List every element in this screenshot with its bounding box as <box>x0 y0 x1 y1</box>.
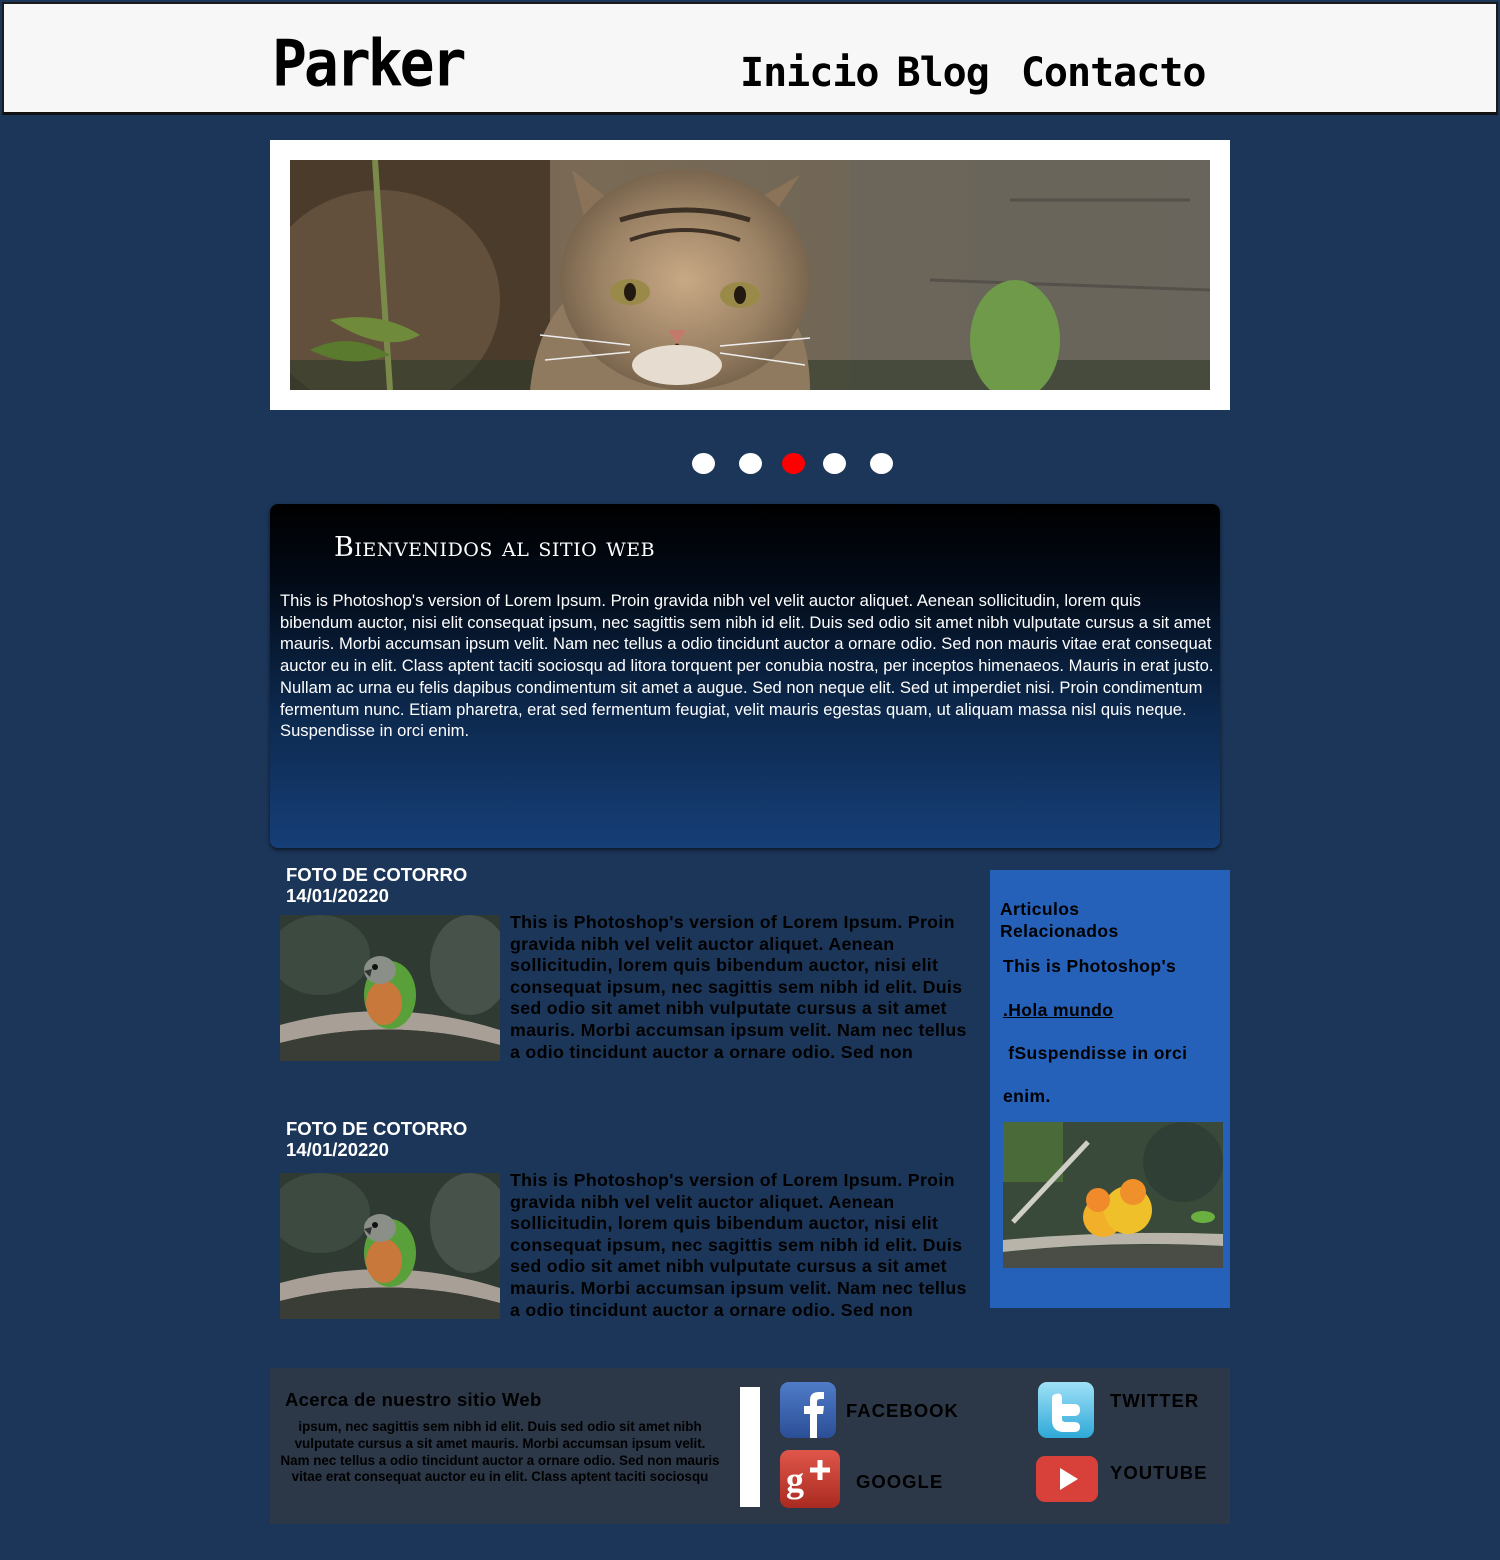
site-header: Parker Inicio Blog Contacto <box>2 2 1498 115</box>
sidebar-item[interactable]: This is Photoshop's <box>1003 956 1176 977</box>
post-date: 14/01/20220 <box>286 885 389 906</box>
youtube-link[interactable]: YOUTUBE <box>1110 1462 1207 1484</box>
sidebar-heading-line: Relacionados <box>1000 921 1119 941</box>
hero-slider <box>270 140 1230 410</box>
related-articles-sidebar: Articulos Relacionados This is Photoshop… <box>990 870 1230 1308</box>
sidebar-item[interactable]: fSuspendisse in orci <box>1003 1043 1187 1064</box>
sidebar-link-hola-mundo[interactable]: .Hola mundo <box>1003 1000 1113 1021</box>
google-link[interactable]: GOOGLE <box>856 1471 943 1493</box>
post-excerpt: This is Photoshop's version of Lorem Ips… <box>510 1170 967 1320</box>
footer-about-text: ipsum, nec sagittis sem nibh id elit. Du… <box>280 1419 720 1485</box>
carousel-dot[interactable] <box>692 453 715 474</box>
post-title: FOTO DE COTORRO <box>286 864 468 885</box>
site-logo[interactable]: Parker <box>272 26 467 101</box>
facebook-link[interactable]: FACEBOOK <box>846 1400 959 1422</box>
lovebirds-photo[interactable] <box>1003 1122 1223 1268</box>
sidebar-heading: Articulos Relacionados <box>1000 898 1119 942</box>
carousel-dot[interactable] <box>823 453 846 474</box>
twitter-link[interactable]: TWITTER <box>1110 1390 1199 1412</box>
nav-blog[interactable]: Blog <box>897 50 990 96</box>
facebook-icon[interactable] <box>780 1382 836 1438</box>
post-excerpt: This is Photoshop's version of Lorem Ips… <box>510 912 967 1062</box>
post-header: FOTO DE COTORRO 14/01/20220 <box>286 1118 467 1160</box>
google-plus-icon[interactable]: g <box>780 1450 840 1508</box>
carousel-dots <box>0 453 1500 475</box>
post-title: FOTO DE COTORRO <box>286 1118 468 1139</box>
parrot-photo[interactable] <box>280 1173 500 1319</box>
main-nav: Inicio Blog Contacto <box>740 50 1223 96</box>
youtube-icon[interactable] <box>1036 1456 1098 1502</box>
post-date: 14/01/20220 <box>286 1139 389 1160</box>
carousel-dot[interactable] <box>739 453 762 474</box>
site-footer: Acerca de nuestro sitio Web ipsum, nec s… <box>270 1368 1230 1524</box>
sidebar-item[interactable]: enim. <box>1003 1086 1051 1107</box>
twitter-icon[interactable] <box>1038 1382 1094 1438</box>
nav-contacto[interactable]: Contacto <box>1021 50 1207 96</box>
post-header: FOTO DE COTORRO 14/01/20220 <box>286 864 467 906</box>
carousel-dot-active[interactable] <box>782 453 805 474</box>
sidebar-heading-line: Articulos <box>1000 899 1080 919</box>
welcome-panel: Bienvenidos al sitio web This is Photosh… <box>270 504 1220 848</box>
footer-divider <box>740 1387 760 1507</box>
parrot-photo[interactable] <box>280 915 500 1061</box>
cat-photo <box>290 160 1210 390</box>
welcome-title: Bienvenidos al sitio web <box>334 532 656 563</box>
carousel-dot[interactable] <box>870 453 893 474</box>
nav-inicio[interactable]: Inicio <box>740 50 879 96</box>
footer-about-title: Acerca de nuestro sitio Web <box>285 1389 542 1410</box>
welcome-body: This is Photoshop's version of Lorem Ips… <box>280 591 1214 741</box>
svg-text:g: g <box>786 1460 804 1500</box>
